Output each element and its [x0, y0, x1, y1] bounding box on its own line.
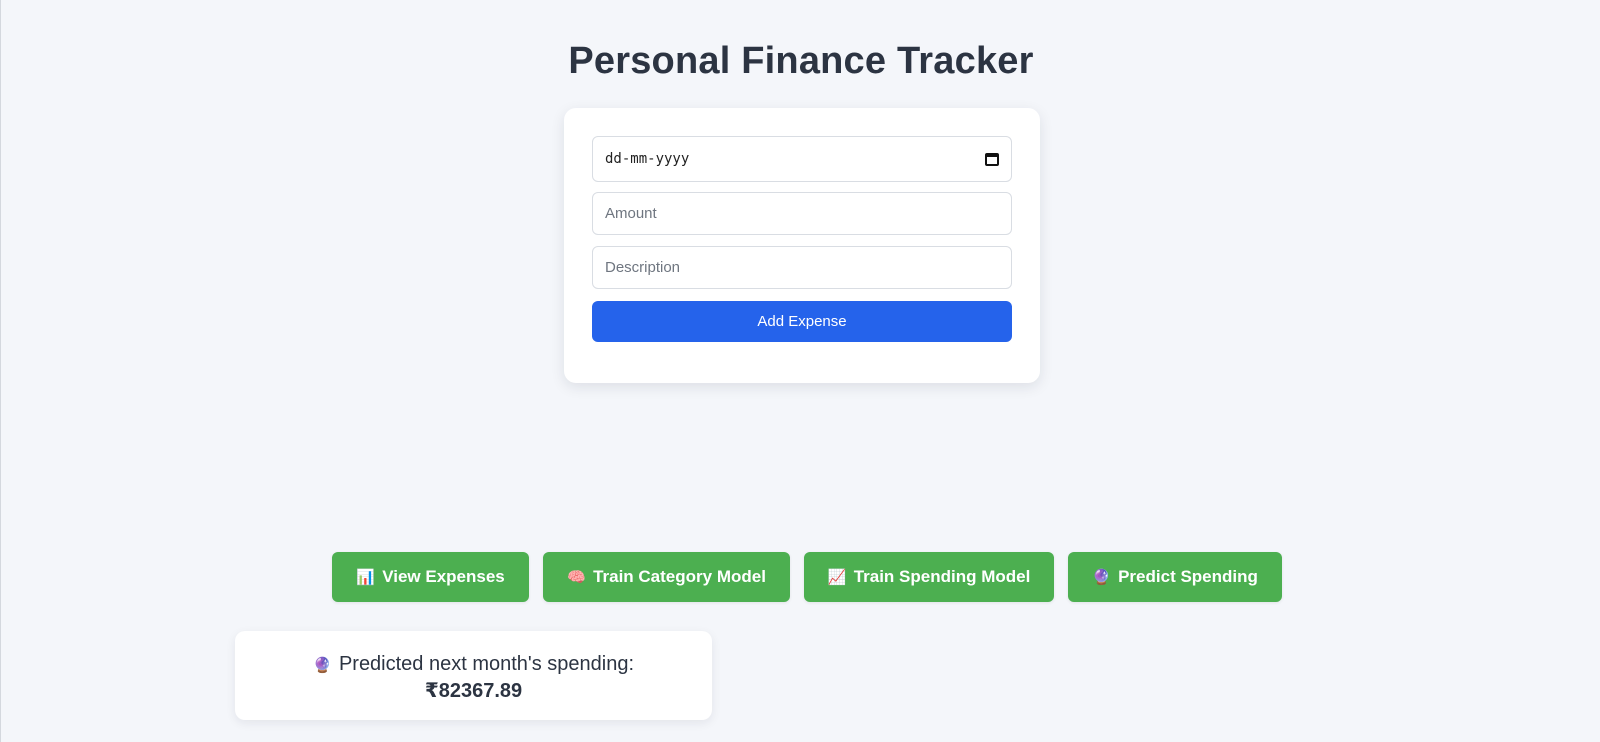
amount-field[interactable]: Amount [592, 192, 1012, 235]
train-spending-model-button[interactable]: 📈 Train Spending Model [804, 552, 1054, 602]
crystal-ball-icon: 🔮 [312, 655, 332, 674]
page-title: Personal Finance Tracker [568, 40, 1034, 82]
description-placeholder: Description [605, 259, 681, 276]
predict-spending-label: Predict Spending [1118, 567, 1258, 586]
date-field[interactable]: dd-mm-yyyy [592, 136, 1012, 182]
predict-spending-button[interactable]: 🔮 Predict Spending [1068, 552, 1282, 602]
brain-icon: 🧠 [567, 568, 586, 586]
line-chart-icon: 📈 [827, 568, 847, 586]
prediction-value: ₹82367.89 [424, 680, 523, 702]
train-category-model-button[interactable]: 🧠 Train Category Model [543, 552, 790, 602]
calendar-icon[interactable] [985, 152, 999, 166]
view-expenses-label: View Expenses [382, 567, 505, 586]
bar-chart-icon: 📊 [356, 568, 375, 586]
add-expense-button[interactable]: Add Expense [592, 301, 1012, 342]
crystal-ball-icon: 🔮 [1092, 568, 1111, 586]
train-category-model-label: Train Category Model [593, 567, 766, 586]
prediction-result-line: 🔮 Predicted next month's spending: [235, 653, 712, 676]
prediction-label: Predicted next month's spending: [338, 653, 635, 675]
view-expenses-button[interactable]: 📊 View Expenses [332, 552, 529, 602]
description-field[interactable]: Description [592, 246, 1012, 289]
date-placeholder: dd-mm-yyyy [605, 151, 690, 167]
prediction-result-card: 🔮 Predicted next month's spending: ₹8236… [235, 631, 712, 720]
amount-placeholder: Amount [605, 205, 657, 222]
expense-form: dd-mm-yyyy Amount Description Add Expens… [564, 108, 1040, 383]
train-spending-model-label: Train Spending Model [853, 567, 1031, 586]
